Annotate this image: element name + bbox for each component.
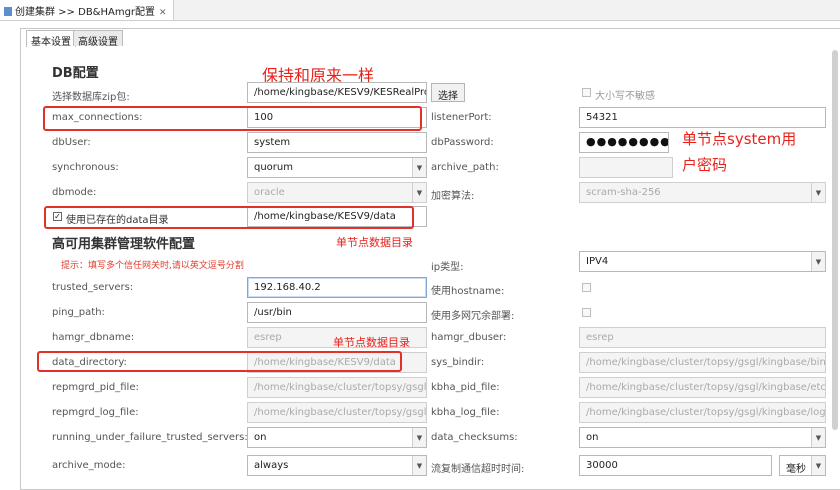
chevron-down-icon[interactable]: ▼ xyxy=(412,183,426,202)
running-under-failure-value: on xyxy=(254,432,267,443)
db-user-input[interactable]: system xyxy=(247,132,427,153)
annotation-password-1: 单节点system用 xyxy=(682,130,797,148)
hamgr-dbuser-input[interactable]: esrep xyxy=(579,327,826,348)
ping-path-label: ping_path: xyxy=(52,307,105,318)
sys-bindir-label: sys_bindir: xyxy=(431,357,485,368)
ip-type-label: ip类型: xyxy=(431,262,464,273)
encrypt-label: 加密算法: xyxy=(431,191,475,202)
chevron-down-icon[interactable]: ▼ xyxy=(412,428,426,447)
zip-path-input[interactable]: /home/kingbase/KESV9/KESRealPro xyxy=(247,82,427,103)
document-icon xyxy=(4,7,12,16)
synchronous-value: quorum xyxy=(254,162,293,173)
hint-text: 提示：填写多个信任网关时,请以英文逗号分割 xyxy=(61,261,244,271)
data-checksums-select[interactable]: on ▼ xyxy=(579,427,826,448)
trusted-servers-label: trusted_servers: xyxy=(52,282,134,293)
chevron-down-icon[interactable]: ▼ xyxy=(412,158,426,177)
kbha-pid-label: kbha_pid_file: xyxy=(431,382,500,393)
db-config-heading: DB配置 xyxy=(52,66,99,81)
repmgrd-pid-input[interactable]: /home/kingbase/cluster/topsy/gsgl/ xyxy=(247,377,427,398)
use-hostname-checkbox[interactable] xyxy=(582,283,591,292)
db-password-input[interactable]: ●●●●●●●● xyxy=(579,132,669,153)
chevron-down-icon[interactable]: ▼ xyxy=(412,456,426,475)
dbmode-select[interactable]: oracle ▼ xyxy=(247,182,427,203)
archive-mode-label: archive_mode: xyxy=(52,460,126,471)
listener-port-input[interactable]: 54321 xyxy=(579,107,826,128)
encrypt-value: scram-sha-256 xyxy=(586,187,661,198)
hamgr-dbuser-label: hamgr_dbuser: xyxy=(431,332,507,343)
dbmode-value: oracle xyxy=(254,187,285,198)
multi-net-label: 使用多网冗余部署: xyxy=(431,311,515,322)
repmgrd-log-input[interactable]: /home/kingbase/cluster/topsy/gsgl/ xyxy=(247,402,427,423)
close-icon[interactable]: ✕ xyxy=(159,8,167,18)
use-hostname-label: 使用hostname: xyxy=(431,286,505,297)
ping-path-input[interactable]: /usr/bin xyxy=(247,302,427,323)
tab-advanced-settings[interactable]: 高级设置 xyxy=(73,30,123,48)
stream-timeout-label: 流复制通信超时时间: xyxy=(431,464,525,475)
archive-mode-select[interactable]: always ▼ xyxy=(247,455,427,476)
kbha-log-label: kbha_log_file: xyxy=(431,407,500,418)
highlight-existing-data xyxy=(44,206,414,229)
editor-tab-strip: 创建集群 >> DB&HAmgr配置 ✕ xyxy=(0,0,840,21)
ha-config-heading: 高可用集群管理软件配置 xyxy=(52,237,196,252)
annotation-data-dir-1: 单节点数据目录 xyxy=(336,236,413,249)
trusted-servers-input[interactable]: 192.168.40.2 xyxy=(247,277,427,298)
highlight-max-connections xyxy=(43,106,422,131)
multi-net-checkbox[interactable] xyxy=(582,308,591,317)
encrypt-select[interactable]: scram-sha-256 ▼ xyxy=(579,182,826,203)
annotation-password-2: 户密码 xyxy=(682,156,728,174)
case-insensitive-checkbox[interactable] xyxy=(582,88,591,97)
repmgrd-pid-label: repmgrd_pid_file: xyxy=(52,382,139,393)
data-checksums-value: on xyxy=(586,432,599,443)
db-user-label: dbUser: xyxy=(52,137,91,148)
editor-tab-title: 创建集群 >> DB&HAmgr配置 xyxy=(15,7,156,18)
stream-unit-select[interactable]: 毫秒 ▼ xyxy=(779,455,826,476)
archive-mode-value: always xyxy=(254,460,289,471)
password-dots: ●●●●●●●● xyxy=(586,135,669,148)
editor-tab[interactable]: 创建集群 >> DB&HAmgr配置 ✕ xyxy=(0,0,174,20)
synchronous-select[interactable]: quorum ▼ xyxy=(247,157,427,178)
stream-timeout-input[interactable]: 30000 xyxy=(579,455,772,476)
chevron-down-icon[interactable]: ▼ xyxy=(811,183,825,202)
case-insensitive-label: 大小写不敏感 xyxy=(595,91,655,102)
stream-unit-value: 毫秒 xyxy=(786,464,806,475)
ip-type-select[interactable]: IPV4 ▼ xyxy=(579,251,826,272)
running-under-failure-select[interactable]: on ▼ xyxy=(247,427,427,448)
zip-label: 选择数据库zip包: xyxy=(52,92,130,103)
chevron-down-icon[interactable]: ▼ xyxy=(811,428,825,447)
data-checksums-label: data_checksums: xyxy=(431,432,518,443)
synchronous-label: synchronous: xyxy=(52,162,119,173)
highlight-data-directory xyxy=(37,351,402,372)
archive-path-label: archive_path: xyxy=(431,162,499,173)
repmgrd-log-label: repmgrd_log_file: xyxy=(52,407,139,418)
annotation-data-dir-2: 单节点数据目录 xyxy=(333,336,410,349)
select-button[interactable]: 选择 xyxy=(431,83,465,102)
sys-bindir-input[interactable]: /home/kingbase/cluster/topsy/gsgl/kingba… xyxy=(579,352,826,373)
vertical-scrollbar[interactable] xyxy=(832,50,838,430)
db-password-label: dbPassword: xyxy=(431,137,494,148)
kbha-log-input[interactable]: /home/kingbase/cluster/topsy/gsgl/kingba… xyxy=(579,402,826,423)
tab-basic-settings[interactable]: 基本设置 xyxy=(26,30,76,48)
hamgr-dbname-label: hamgr_dbname: xyxy=(52,332,135,343)
chevron-down-icon[interactable]: ▼ xyxy=(811,456,825,475)
chevron-down-icon[interactable]: ▼ xyxy=(811,252,825,271)
dbmode-label: dbmode: xyxy=(52,187,97,198)
listener-port-label: listenerPort: xyxy=(431,112,492,123)
kbha-pid-input[interactable]: /home/kingbase/cluster/topsy/gsgl/kingba… xyxy=(579,377,826,398)
ip-type-value: IPV4 xyxy=(586,256,609,267)
archive-path-input[interactable] xyxy=(579,157,673,178)
running-under-failure-label: running_under_failure_trusted_servers: xyxy=(52,432,248,443)
